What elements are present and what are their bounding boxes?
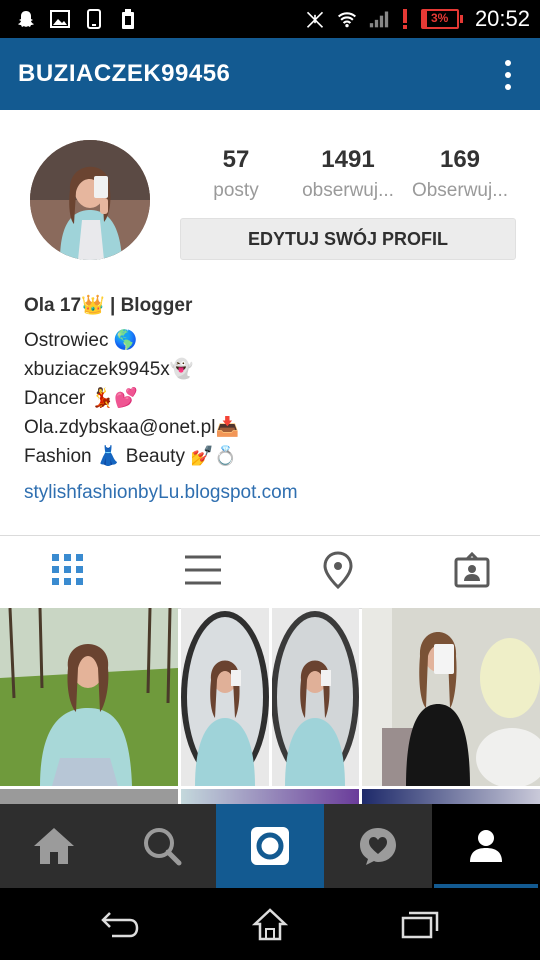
post-thumbnail[interactable] — [0, 608, 178, 786]
tagged-icon[interactable] — [452, 550, 492, 590]
stat-following-label: Obserwuj... — [411, 180, 509, 201]
bio-line: Dancer 💃💕 — [24, 388, 138, 409]
battery-saver-icon — [118, 9, 138, 29]
gallery-icon — [50, 9, 70, 29]
bio-line: Ola.zdybskaa@onet.pl📥 — [24, 417, 240, 438]
no-signal-icon — [305, 9, 325, 29]
kebab-menu-icon[interactable] — [504, 60, 512, 90]
stat-following-count: 169 — [439, 146, 481, 173]
list-icon[interactable] — [183, 550, 223, 590]
status-bar: 3% 20:52 — [0, 0, 540, 38]
stat-followers-count: 1491 — [321, 146, 375, 173]
clock: 20:52 — [474, 6, 530, 31]
location-icon[interactable] — [318, 550, 358, 590]
home-button-icon[interactable] — [250, 906, 290, 942]
website-link[interactable]: stylishfashionbyLu.blogspot.com — [24, 473, 524, 513]
home-icon[interactable] — [0, 804, 108, 888]
bottom-navigation — [0, 804, 540, 888]
alert-icon — [401, 9, 409, 29]
snapchat-icon — [16, 9, 36, 29]
app-bar: BUZIACZEK99456 — [0, 38, 540, 110]
camera-icon[interactable] — [216, 804, 324, 888]
profile-bio: Ola 17👑 | Blogger Ostrowiec 🌎 xbuziaczek… — [24, 292, 524, 513]
signal-icon — [369, 9, 389, 29]
edit-profile-button[interactable]: EDYTUJ SWÓJ PROFIL — [180, 218, 516, 260]
post-thumbnail[interactable] — [362, 789, 540, 804]
stat-posts-count: 57 — [222, 146, 250, 173]
avatar[interactable] — [30, 140, 150, 260]
profile-name: Ola 17👑 | Blogger — [24, 295, 193, 316]
profile-tabs — [0, 535, 540, 609]
bio-line: Ostrowiec 🌎 — [24, 330, 138, 351]
profile-username: BUZIACZEK99456 — [18, 60, 231, 87]
post-thumbnail[interactable] — [181, 789, 359, 804]
stat-posts-label: posty — [213, 180, 259, 201]
stat-followers-label: obserwuj... — [302, 180, 394, 201]
photo-grid — [0, 608, 540, 804]
phone-icon — [84, 9, 104, 29]
stat-following[interactable]: 169 Obserwuj... — [400, 146, 520, 202]
search-icon[interactable] — [108, 804, 216, 888]
stat-followers[interactable]: 1491 obserwuj... — [288, 146, 408, 202]
grid-icon[interactable] — [48, 550, 88, 590]
stat-posts[interactable]: 57 posty — [176, 146, 296, 202]
post-thumbnail[interactable] — [181, 608, 359, 786]
profile-icon[interactable] — [432, 804, 540, 888]
post-thumbnail[interactable] — [362, 608, 540, 786]
back-icon[interactable] — [100, 906, 140, 942]
battery-indicator: 3% — [420, 9, 463, 29]
bio-line: xbuziaczek9945x👻 — [24, 359, 194, 380]
recent-apps-icon[interactable] — [400, 906, 440, 942]
battery-percent: 3% — [430, 11, 449, 25]
activity-icon[interactable] — [324, 804, 432, 888]
wifi-icon — [337, 9, 357, 29]
post-thumbnail[interactable] — [0, 789, 178, 804]
system-navigation-bar — [0, 888, 540, 960]
bio-line: Fashion 👗 Beauty 💅💍 — [24, 446, 238, 467]
